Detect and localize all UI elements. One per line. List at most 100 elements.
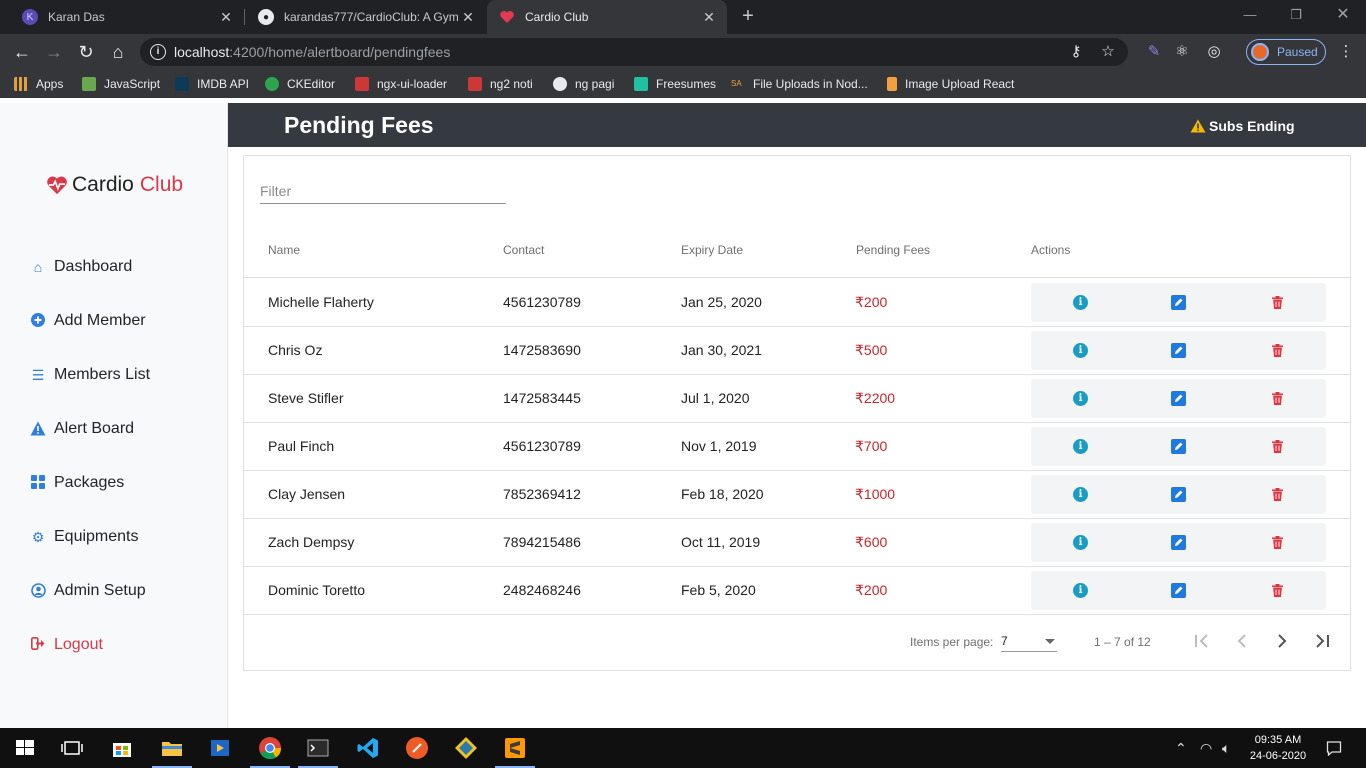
info-icon[interactable]: i bbox=[1073, 439, 1088, 454]
column-header-expiry-date[interactable]: Expiry Date bbox=[681, 243, 743, 257]
chrome-icon[interactable] bbox=[258, 736, 282, 760]
expiry-date: Jan 30, 2021 bbox=[681, 342, 762, 358]
new-tab-button[interactable]: + bbox=[738, 6, 758, 26]
wifi-icon[interactable]: ◠ bbox=[1200, 740, 1212, 756]
tab-github[interactable]: ● karandas777/CardioClub: A Gym ✕ bbox=[236, 0, 486, 34]
sidebar-item-add-member[interactable]: Add Member bbox=[30, 309, 146, 333]
file-explorer-icon[interactable] bbox=[160, 736, 184, 760]
sidebar-item-alert-board[interactable]: Alert Board bbox=[30, 417, 134, 441]
terminal-icon[interactable] bbox=[306, 736, 330, 760]
sidebar-item-label: Members List bbox=[54, 366, 151, 383]
info-icon[interactable]: i bbox=[1073, 391, 1088, 406]
member-name: Chris Oz bbox=[268, 342, 323, 358]
react-devtools-icon[interactable]: ⚛ bbox=[1172, 42, 1192, 62]
filter-input[interactable]: Filter bbox=[260, 182, 506, 204]
forward-button[interactable]: → bbox=[42, 40, 66, 64]
extension-target-icon[interactable]: ◎ bbox=[1204, 42, 1224, 62]
notifications-icon[interactable] bbox=[1326, 740, 1342, 759]
restore-button[interactable]: ❐ bbox=[1273, 0, 1319, 30]
sublime-text-icon[interactable] bbox=[503, 736, 527, 760]
edit-icon[interactable] bbox=[1171, 295, 1186, 310]
store-icon[interactable] bbox=[110, 736, 134, 760]
edit-icon[interactable] bbox=[1171, 583, 1186, 598]
subs-ending-link[interactable]: Subs Ending bbox=[1190, 118, 1295, 134]
heart-icon bbox=[499, 9, 515, 25]
profile-paused-button[interactable]: Paused bbox=[1246, 39, 1326, 65]
volume-icon[interactable]: 🔈︎ bbox=[1222, 740, 1230, 756]
column-header-contact[interactable]: Contact bbox=[503, 243, 544, 257]
chevron-up-icon[interactable]: ⌃ bbox=[1175, 740, 1187, 756]
column-header-pending-fees[interactable]: Pending Fees bbox=[856, 243, 930, 257]
edit-icon[interactable] bbox=[1171, 439, 1186, 454]
bookmark-ckeditor[interactable]: CKEditor bbox=[265, 76, 335, 92]
postman-icon[interactable] bbox=[405, 736, 429, 760]
row-actions: i bbox=[1031, 331, 1326, 370]
sidebar-item-admin-setup[interactable]: Admin Setup bbox=[30, 579, 146, 603]
menu-dots-icon[interactable]: ⋮ bbox=[1336, 42, 1356, 62]
reload-button[interactable]: ↻ bbox=[74, 40, 98, 64]
tab-cardio-club[interactable]: Cardio Club ✕ bbox=[487, 0, 727, 34]
delete-icon[interactable] bbox=[1270, 439, 1285, 454]
minimize-button[interactable]: — bbox=[1227, 0, 1273, 30]
edit-icon[interactable] bbox=[1171, 487, 1186, 502]
bookmark-label: CKEditor bbox=[287, 77, 336, 91]
edit-icon[interactable] bbox=[1171, 391, 1186, 406]
bookmark-ng-pagi[interactable]: ng pagi bbox=[553, 76, 614, 92]
close-tab-icon[interactable]: ✕ bbox=[460, 9, 476, 25]
info-icon[interactable]: i bbox=[1073, 535, 1088, 550]
edit-icon[interactable] bbox=[1171, 535, 1186, 550]
first-page-button[interactable] bbox=[1192, 631, 1212, 651]
row-actions: i bbox=[1031, 427, 1326, 466]
edit-icon[interactable] bbox=[1171, 343, 1186, 358]
bookmark-imdb[interactable]: IMDB API bbox=[175, 76, 249, 92]
close-tab-icon[interactable]: ✕ bbox=[701, 9, 717, 25]
media-player-icon[interactable] bbox=[208, 736, 232, 760]
address-bar[interactable]: i localhost:4200/home/alertboard/pending… bbox=[140, 38, 1128, 66]
info-icon[interactable]: i bbox=[1073, 295, 1088, 310]
key-icon[interactable]: ⚷ bbox=[1066, 42, 1086, 62]
bookmark-star-icon[interactable]: ☆ bbox=[1098, 42, 1118, 62]
previous-page-button[interactable] bbox=[1232, 631, 1252, 651]
column-header-name[interactable]: Name bbox=[268, 243, 300, 257]
bookmark-label: JavaScript bbox=[104, 77, 161, 91]
bookmark-image-upload-react[interactable]: Image Upload React bbox=[887, 76, 1014, 92]
vscode-icon[interactable] bbox=[356, 736, 380, 760]
currency-symbol: ₹ bbox=[855, 486, 864, 502]
bookmark-ngx-ui-loader[interactable]: ngx-ui-loader bbox=[355, 76, 447, 92]
delete-icon[interactable] bbox=[1270, 535, 1285, 550]
close-tab-icon[interactable]: ✕ bbox=[218, 9, 234, 25]
bookmark-apps[interactable]: Apps bbox=[14, 76, 63, 92]
bookmark-file-uploads[interactable]: SA File Uploads in Nod... bbox=[731, 76, 868, 92]
tab-karan-das[interactable]: K Karan Das ✕ bbox=[0, 0, 244, 34]
page-size-select[interactable]: 7 bbox=[1001, 630, 1057, 652]
window-close-button[interactable]: ✕ bbox=[1320, 0, 1366, 30]
sidebar-item-members-list[interactable]: ☰ Members List bbox=[30, 363, 150, 387]
bookmark-javascript[interactable]: JavaScript bbox=[82, 76, 160, 92]
brand-logo[interactable]: Cardio Club bbox=[46, 173, 183, 197]
bookmark-ng2-noti[interactable]: ng2 noti bbox=[468, 76, 533, 92]
sidebar-item-equipments[interactable]: ⚙ Equipments bbox=[30, 525, 139, 549]
home-button[interactable]: ⌂ bbox=[106, 40, 130, 64]
delete-icon[interactable] bbox=[1270, 391, 1285, 406]
taskbar-clock[interactable]: 09:35 AM 24-06-2020 bbox=[1240, 732, 1316, 764]
delete-icon[interactable] bbox=[1270, 295, 1285, 310]
sidebar-item-dashboard[interactable]: ⌂ Dashboard bbox=[30, 255, 133, 279]
sidebar-item-packages[interactable]: Packages bbox=[30, 471, 124, 495]
git-kraken-icon[interactable] bbox=[454, 736, 478, 760]
extension-icon[interactable]: ✎ bbox=[1144, 42, 1164, 62]
info-icon[interactable]: i bbox=[1073, 487, 1088, 502]
site-info-icon[interactable]: i bbox=[150, 44, 166, 60]
last-page-button[interactable] bbox=[1312, 631, 1332, 651]
next-page-button[interactable] bbox=[1272, 631, 1292, 651]
delete-icon[interactable] bbox=[1270, 487, 1285, 502]
row-actions: i bbox=[1031, 475, 1326, 514]
windows-start-icon[interactable] bbox=[13, 736, 37, 760]
back-button[interactable]: ← bbox=[10, 40, 34, 64]
sidebar-item-logout[interactable]: Logout bbox=[30, 633, 103, 657]
task-view-icon[interactable] bbox=[60, 736, 84, 760]
bookmark-freesumes[interactable]: Freesumes bbox=[634, 76, 716, 92]
info-icon[interactable]: i bbox=[1073, 583, 1088, 598]
delete-icon[interactable] bbox=[1270, 583, 1285, 598]
info-icon[interactable]: i bbox=[1073, 343, 1088, 358]
delete-icon[interactable] bbox=[1270, 343, 1285, 358]
